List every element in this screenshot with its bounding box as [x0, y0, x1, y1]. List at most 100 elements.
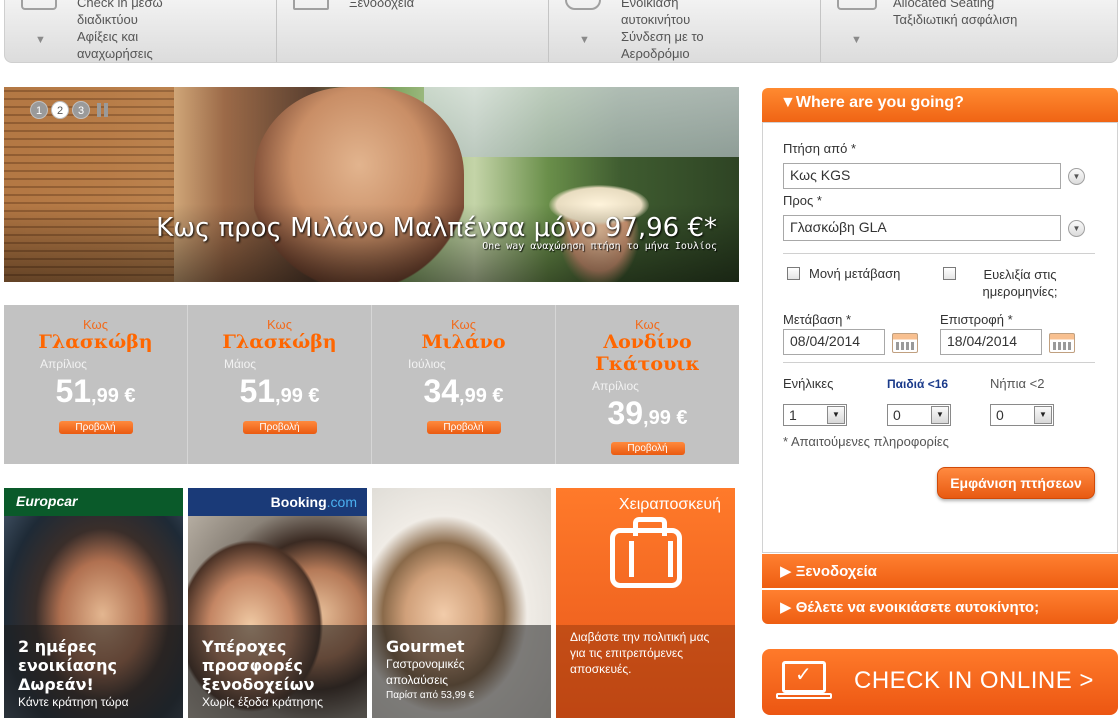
nav-hotels-link[interactable]: Ξενοδοχεία — [349, 0, 414, 11]
nav-airport-link-2[interactable]: Αεροδρόμιο — [621, 45, 704, 62]
deal-destination: Μιλάνο — [421, 331, 506, 353]
flight-search-widget: ▼Where are you going? Πτήση από * Κως KG… — [762, 88, 1118, 628]
deal-month: Ιούλιος — [408, 357, 446, 371]
deal-price: 39,99 € — [607, 395, 688, 431]
carousel-controls: 1 2 3 — [30, 101, 111, 119]
return-date-input[interactable]: 18/04/2014 — [940, 329, 1042, 355]
deals-panel: Κως Γλασκώβη Απρίλιος 51,99 € Προβολή Κω… — [4, 305, 739, 464]
show-flights-button[interactable]: Εμφάνιση πτήσεων — [937, 467, 1095, 499]
calendar-icon[interactable] — [892, 333, 918, 353]
carousel-dot-1[interactable]: 1 — [30, 101, 48, 119]
booking-logo: Booking.com — [188, 488, 367, 516]
infants-select[interactable]: 0 ▼ — [990, 404, 1054, 426]
top-nav: Check in μέσω διαδικτύου Αφίξεις και ανα… — [4, 0, 1118, 63]
carousel-dot-2[interactable]: 2 — [51, 101, 69, 119]
from-input[interactable]: Κως KGS — [783, 163, 1061, 189]
carousel-dot-3[interactable]: 3 — [72, 101, 90, 119]
nav-car-rental-link[interactable]: Ενοικίαση — [621, 0, 704, 11]
chevron-down-icon[interactable]: ▼ — [851, 34, 862, 46]
checkin-online-label: CHECK IN ONLINE > — [854, 667, 1094, 694]
view-deal-button[interactable]: Προβολή — [242, 421, 317, 434]
hotels-accordion[interactable]: ▶ Ξενοδοχεία — [762, 554, 1118, 588]
deal-price: 51,99 € — [55, 373, 136, 409]
promo-tile-europcar[interactable]: Europcar 2 ημέρες ενοικίασης Δωρεάν! Κάν… — [4, 488, 183, 718]
nav-seating-link[interactable]: Allocated Seating — [893, 0, 1017, 11]
promo-subtext: απολαύσεις — [386, 673, 449, 687]
view-deal-button[interactable]: Προβολή — [610, 442, 685, 455]
deal-card[interactable]: Κως Λονδίνο Γκάτουικ Απρίλιος 39,99 € Πρ… — [556, 305, 739, 464]
car-icon — [565, 0, 601, 10]
children-select[interactable]: 0 ▼ — [887, 404, 951, 426]
nav-car-rental-link-2[interactable]: αυτοκινήτου — [621, 11, 704, 28]
promo-subtext: Διαβάστε την πολιτική μας για τις επιτρε… — [570, 630, 710, 676]
nav-arrivals-link-2[interactable]: αναχωρήσεις — [77, 45, 163, 62]
hero-caption: Κως προς Μιλάνο Μαλπένσα μόνο 97,96 €* — [156, 213, 717, 243]
deal-month: Μάιος — [224, 357, 257, 371]
oneway-label: Μονή μετάβαση — [809, 266, 901, 281]
children-label[interactable]: Παιδιά <16 — [887, 377, 948, 391]
deal-price: 34,99 € — [423, 373, 504, 409]
deal-origin: Κως — [267, 317, 292, 332]
promo-heading: Υπέροχες προσφορές ξενοδοχείων — [202, 637, 315, 694]
promo-tile-booking[interactable]: Booking.com Υπέροχες προσφορές ξενοδοχεί… — [188, 488, 367, 718]
deal-card[interactable]: Κως Γλασκώβη Μάιος 51,99 € Προβολή — [188, 305, 372, 464]
hero-subcaption: One way αναχώρηση πτήση το μήνα Ιουλίος — [482, 241, 717, 252]
search-header[interactable]: ▼Where are you going? — [762, 88, 1118, 122]
bed-icon — [293, 0, 329, 10]
chevron-down-icon[interactable]: ▼ — [579, 34, 590, 46]
promo-subtext: Γαστρονομικές — [386, 657, 465, 671]
nav-checkin-link[interactable]: Check in μέσω — [77, 0, 163, 11]
required-note: * Απαιτούμενες πληροφορίες — [783, 434, 949, 449]
deal-destination: Γλασκώβη — [222, 331, 337, 353]
suitcase-icon — [610, 517, 682, 588]
deal-destination: Λονδίνο Γκάτουικ — [595, 331, 700, 375]
checkin-icon — [21, 0, 57, 10]
nav-checkin-link-2[interactable]: διαδικτύου — [77, 11, 163, 28]
deal-origin: Κως — [635, 317, 660, 332]
nav-arrivals-link[interactable]: Αφίξεις και — [77, 28, 163, 45]
pause-icon[interactable] — [93, 101, 111, 119]
chevron-down-icon[interactable]: ▼ — [35, 34, 46, 46]
return-label: Επιστροφή * — [940, 312, 1013, 327]
europcar-logo: Europcar — [4, 488, 183, 516]
oneway-checkbox[interactable] — [787, 267, 800, 280]
chevron-down-icon: ▼ — [931, 406, 949, 424]
nav-checkin-column[interactable]: Check in μέσω διαδικτύου Αφίξεις και ανα… — [5, 0, 277, 62]
to-input[interactable]: Γλασκώβη GLA — [783, 215, 1061, 241]
infants-label: Νήπια <2 — [990, 376, 1045, 391]
deal-month: Απρίλιος — [40, 357, 87, 371]
chevron-down-icon: ▼ — [827, 406, 845, 424]
chevron-down-icon[interactable]: ▼ — [1068, 168, 1085, 185]
promo-tile-gourmet[interactable]: Gourmet Γαστρονομικές απολαύσεις Παρίστ … — [372, 488, 551, 718]
deal-destination: Γλασκώβη — [38, 331, 153, 353]
promo-heading: 2 ημέρες ενοικίασης Δωρεάν! — [18, 637, 117, 694]
depart-date-input[interactable]: 08/04/2014 — [783, 329, 885, 355]
promo-price: Παρίστ από 53,99 € — [386, 690, 475, 701]
deal-card[interactable]: Κως Γλασκώβη Απρίλιος 51,99 € Προβολή — [4, 305, 188, 464]
adults-select[interactable]: 1 ▼ — [783, 404, 847, 426]
deal-price: 51,99 € — [239, 373, 320, 409]
car-rental-accordion[interactable]: ▶ Θέλετε να ενοικιάσετε αυτοκίνητο; — [762, 590, 1118, 624]
deal-origin: Κως — [83, 317, 108, 332]
checkin-online-button[interactable]: CHECK IN ONLINE > — [762, 649, 1118, 715]
nav-hotels-column[interactable]: Ξενοδοχεία — [277, 0, 549, 62]
promo-subtext: Κάντε κράτηση τώρα — [18, 695, 129, 709]
promo-heading: Χειραποσκευή — [618, 496, 721, 513]
nav-car-column[interactable]: Ενοικίαση αυτοκινήτου Σύνδεση με το Αερο… — [549, 0, 821, 62]
deal-card[interactable]: Κως Μιλάνο Ιούλιος 34,99 € Προβολή — [372, 305, 556, 464]
depart-label: Μετάβαση * — [783, 312, 852, 327]
view-deal-button[interactable]: Προβολή — [58, 421, 133, 434]
nav-airport-link[interactable]: Σύνδεση με το — [621, 28, 704, 45]
chevron-down-icon[interactable]: ▼ — [1068, 220, 1085, 237]
flexible-dates-checkbox[interactable] — [943, 267, 956, 280]
chevron-down-icon: ▼ — [1034, 406, 1052, 424]
promo-tile-baggage[interactable]: Χειραποσκευή Διαβάστε την πολιτική μας γ… — [556, 488, 735, 718]
nav-insurance-link[interactable]: Ταξιδιωτική ασφάλιση — [893, 11, 1017, 28]
view-deal-button[interactable]: Προβολή — [426, 421, 501, 434]
adults-label: Ενήλικες — [783, 376, 834, 391]
calendar-icon[interactable] — [1049, 333, 1075, 353]
computer-checkmark-icon — [782, 661, 826, 693]
hero-banner[interactable]: 1 2 3 Κως προς Μιλάνο Μαλπένσα μόνο 97,9… — [4, 87, 739, 282]
nav-seating-column[interactable]: Allocated Seating Ταξιδιωτική ασφάλιση ▼ — [821, 0, 1117, 62]
seat-icon — [837, 0, 877, 10]
